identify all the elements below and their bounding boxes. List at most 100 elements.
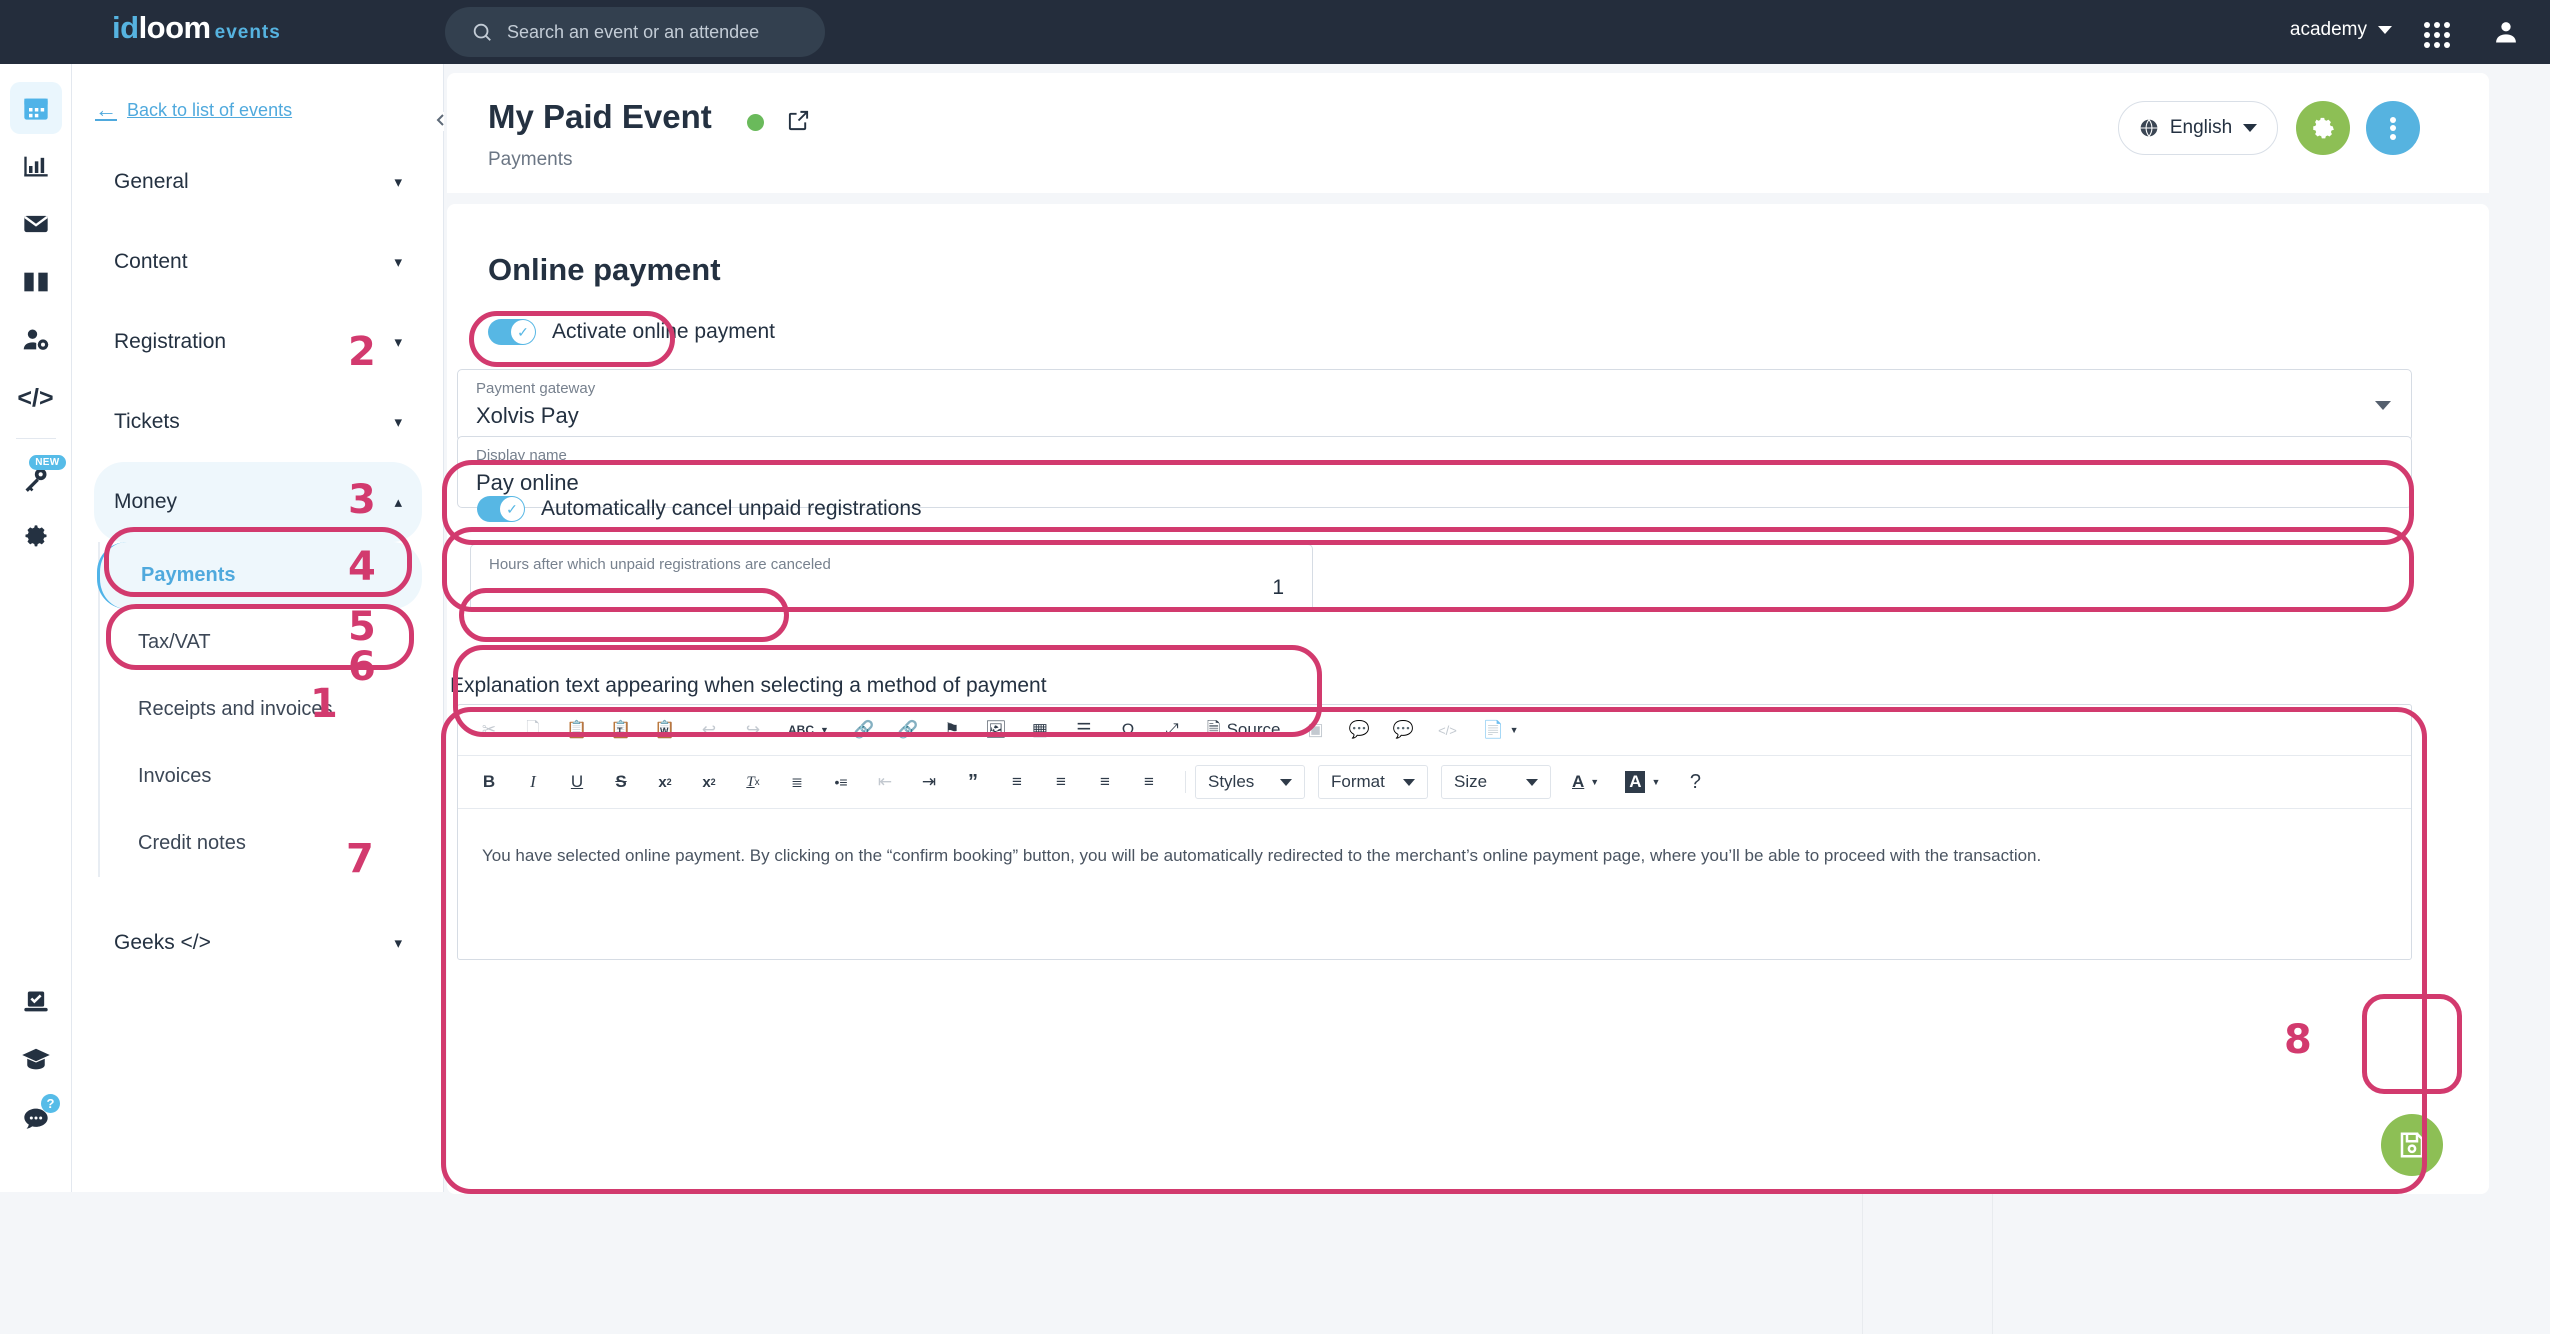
language-selector[interactable]: English — [2118, 101, 2278, 155]
italic-icon[interactable]: I — [516, 766, 550, 798]
sidebar-item-label: Content — [114, 250, 188, 273]
open-external-icon[interactable] — [787, 109, 810, 137]
rail-item-book[interactable] — [10, 256, 62, 308]
image-icon[interactable]: 🖼 — [979, 714, 1013, 746]
copy-icon[interactable]: 🗋 — [516, 714, 550, 746]
styles-select[interactable]: Styles — [1195, 765, 1305, 799]
about-help-icon[interactable]: ? — [1678, 766, 1712, 798]
rail-item-analytics[interactable] — [10, 140, 62, 192]
rail-item-academy[interactable] — [10, 1034, 62, 1086]
annotation-number-2: 2 — [348, 329, 376, 375]
account-menu[interactable]: academy — [2290, 19, 2392, 41]
special-char-icon[interactable]: Ω — [1111, 714, 1145, 746]
payment-gateway-select[interactable]: Payment gateway Xolvis Pay — [457, 369, 2412, 441]
templates-icon[interactable]: 📄 ▼ — [1474, 714, 1526, 746]
rail-item-code[interactable]: </> — [10, 372, 62, 424]
source-label: Source — [1226, 720, 1281, 739]
rail-item-mail[interactable] — [10, 198, 62, 250]
sidebar-item-tickets[interactable]: Tickets ▾ — [94, 382, 422, 462]
background-color-icon[interactable]: A ▼ — [1617, 766, 1668, 798]
rail-item-support[interactable]: ? — [10, 1092, 62, 1144]
search-input[interactable]: Search an event or an attendee — [445, 7, 825, 57]
editor-body[interactable]: You have selected online payment. By cli… — [458, 809, 2411, 959]
back-to-events-link[interactable]: ← Back to list of events — [95, 97, 292, 123]
numbered-list-icon[interactable]: ≣ — [780, 766, 814, 798]
cut-icon[interactable]: ✂ — [472, 714, 506, 746]
rail-item-settings[interactable] — [10, 511, 62, 563]
maximize-icon[interactable]: ⤢ — [1155, 714, 1189, 746]
code-snippet-icon[interactable]: </> — [1430, 714, 1464, 746]
bulleted-list-icon[interactable]: •≡ — [824, 766, 858, 798]
money-submenu: Payments Tax/VAT Receipts and invoices I… — [97, 542, 444, 877]
justify-icon[interactable]: ≡ — [1132, 766, 1166, 798]
user-avatar-icon[interactable] — [2492, 18, 2520, 51]
sidebar-subitem-label: Receipts and invoices — [138, 698, 333, 720]
sidebar-item-geeks[interactable]: Geeks </> ▾ — [94, 903, 422, 983]
app-logo[interactable]: idloom events — [112, 10, 281, 46]
annotation-number-1: 1 — [310, 681, 338, 727]
size-select[interactable]: Size — [1441, 765, 1551, 799]
underline-icon[interactable]: U — [560, 766, 594, 798]
annotation-number-7: 7 — [346, 836, 374, 882]
explanation-editor[interactable]: ✂ 🗋 📋 📋 T 📋 W ↩ ↪ ABC ▼ 🔗 🔗 ⚑ 🖼 ▦ ☰ Ω ⤢ 🗎 S… — [457, 704, 2412, 960]
chevron-down-icon: ▾ — [394, 254, 402, 271]
status-badge — [747, 114, 764, 131]
show-blocks-icon[interactable]: ▣ — [1298, 714, 1332, 746]
more-actions-button[interactable] — [2366, 101, 2420, 155]
anchor-flag-icon[interactable]: ⚑ — [935, 714, 969, 746]
activate-online-payment-toggle[interactable]: ✓ Activate online payment — [488, 319, 775, 345]
save-button[interactable] — [2381, 1114, 2443, 1176]
comment-icon[interactable]: 💬 — [1342, 714, 1376, 746]
rail-item-calendar[interactable] — [9, 82, 62, 134]
paste-word-icon[interactable]: 📋 W — [648, 714, 682, 746]
align-center-icon[interactable]: ≡ — [1044, 766, 1078, 798]
text-color-icon[interactable]: A ▼ — [1564, 766, 1607, 798]
horizontal-rule-icon[interactable]: ☰ — [1067, 714, 1101, 746]
apps-grid-icon[interactable] — [2424, 22, 2450, 48]
unlink-icon[interactable]: 🔗 — [891, 714, 925, 746]
user-settings-icon — [23, 329, 48, 350]
chevron-down-icon — [1403, 778, 1415, 786]
rail-item-user-settings[interactable] — [10, 314, 62, 366]
source-button[interactable]: 🗎 Source — [1199, 714, 1289, 746]
subscript-icon[interactable]: x2 — [648, 766, 682, 798]
paste-icon[interactable]: 📋 — [560, 714, 594, 746]
chevron-down-icon: ▾ — [394, 174, 402, 191]
editor-toolbar-row-2: B I U S x2 x2 Tx ≣ •≡ ⇤ ⇥ ” ≡ ≡ ≡ ≡ Styl… — [458, 756, 2411, 809]
layout-guide-line — [1992, 1194, 1993, 1334]
annotation-number-6: 6 — [348, 644, 376, 690]
check-icon: ✓ — [511, 320, 535, 344]
strikethrough-icon[interactable]: S — [604, 766, 638, 798]
bold-icon[interactable]: B — [472, 766, 506, 798]
new-badge: NEW — [29, 455, 66, 470]
floppy-disk-icon — [2400, 1132, 2424, 1158]
hours-field[interactable]: Hours after which unpaid registrations a… — [470, 544, 1313, 612]
rail-item-key[interactable]: NEW — [10, 453, 66, 505]
format-select[interactable]: Format — [1318, 765, 1428, 799]
paste-text-icon[interactable]: 📋 T — [604, 714, 638, 746]
undo-icon[interactable]: ↩ — [692, 714, 726, 746]
table-icon[interactable]: ▦ — [1023, 714, 1057, 746]
outdent-icon[interactable]: ⇤ — [868, 766, 902, 798]
no-comment-icon[interactable]: 💬 — [1386, 714, 1420, 746]
logo-loom: loom — [138, 10, 212, 45]
sidebar-item-general[interactable]: General ▾ — [94, 142, 422, 222]
auto-cancel-toggle[interactable]: ✓ Automatically cancel unpaid registrati… — [477, 496, 922, 522]
spellcheck-icon[interactable]: ABC ▼ — [780, 714, 837, 746]
superscript-icon[interactable]: x2 — [692, 766, 726, 798]
align-right-icon[interactable]: ≡ — [1088, 766, 1122, 798]
link-icon[interactable]: 🔗 — [847, 714, 881, 746]
redo-icon[interactable]: ↪ — [736, 714, 770, 746]
hours-field-label: Hours after which unpaid registrations a… — [489, 556, 831, 573]
align-left-icon[interactable]: ≡ — [1000, 766, 1034, 798]
event-settings-button[interactable] — [2296, 101, 2350, 155]
toolbar-divider — [1185, 771, 1186, 793]
sidebar-item-content[interactable]: Content ▾ — [94, 222, 422, 302]
indent-icon[interactable]: ⇥ — [912, 766, 946, 798]
remove-format-icon[interactable]: Tx — [736, 766, 770, 798]
auto-cancel-toggle-label: Automatically cancel unpaid registration… — [541, 497, 922, 520]
sidebar-item-invoices[interactable]: Invoices — [100, 743, 422, 810]
chevron-down-icon: ▾ — [394, 334, 402, 351]
blockquote-icon[interactable]: ” — [956, 766, 990, 798]
rail-item-tasks[interactable] — [10, 976, 62, 1028]
